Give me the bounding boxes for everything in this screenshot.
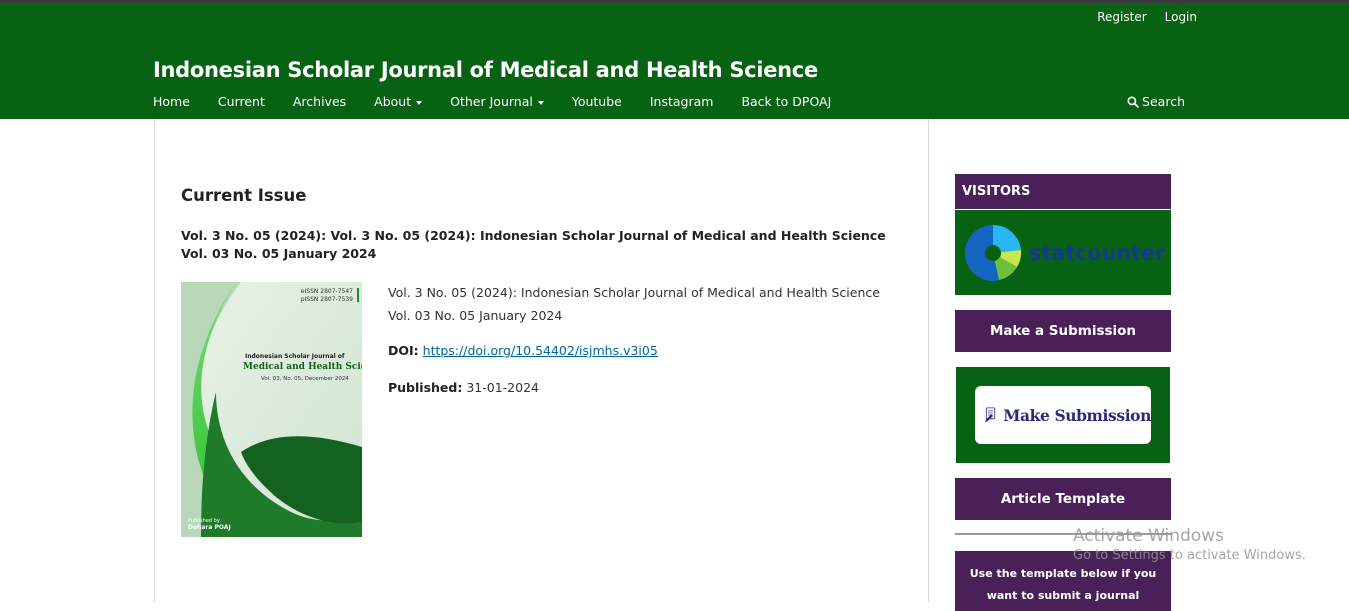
nav-youtube[interactable]: Youtube	[572, 94, 622, 109]
page-title: Current Issue	[181, 186, 307, 205]
issue-description: Vol. 3 No. 05 (2024): Indonesian Scholar…	[388, 285, 880, 323]
register-link[interactable]: Register	[1097, 10, 1146, 24]
cover-publisher-name: Dohara POAJ	[188, 524, 231, 531]
make-submission-banner-inner: Make Submission	[975, 386, 1151, 444]
doi-link[interactable]: https://doi.org/10.54402/isjmhs.v3i05	[423, 343, 658, 358]
nav-archives[interactable]: Archives	[293, 94, 346, 109]
published-label: Published:	[388, 380, 463, 395]
sidebar: VISITORS statcounter Make a Submission M…	[955, 174, 1171, 611]
statcounter-widget[interactable]: statcounter	[955, 209, 1171, 295]
nav-instagram[interactable]: Instagram	[650, 94, 714, 109]
cover-eissn: eISSN 2807-7547	[300, 288, 353, 295]
issue-published: Published: 31-01-2024	[388, 380, 539, 395]
issue-cover-image[interactable]: eISSN 2807-7547 pISSN 2807-7539 Indonesia…	[181, 282, 362, 537]
caret-down-icon	[416, 100, 423, 105]
nav-about-label: About	[374, 94, 412, 109]
search-label: Search	[1142, 94, 1185, 109]
cover-volume: Vol. 03, No. 05, December 2024	[261, 376, 349, 382]
doi-label: DOI:	[388, 343, 419, 358]
nav-about[interactable]: About	[374, 94, 423, 109]
main-nav: Home Current Archives About Other Journa…	[153, 94, 859, 109]
statcounter-text: statcounter	[1029, 240, 1165, 265]
nav-current[interactable]: Current	[218, 94, 265, 109]
search-icon	[1127, 95, 1139, 108]
site-header: Register Login Indonesian Scholar Journa…	[0, 3, 1349, 119]
login-link[interactable]: Login	[1165, 10, 1197, 24]
make-a-submission-button[interactable]: Make a Submission	[955, 310, 1171, 352]
cover-publisher: Published by Dohara POAJ	[188, 518, 231, 531]
issue-doi: DOI: https://doi.org/10.54402/isjmhs.v3i…	[388, 343, 658, 358]
published-date: 31-01-2024	[466, 380, 539, 395]
document-pen-icon	[984, 407, 996, 423]
cover-title-large: Medical and Health Science	[243, 362, 362, 372]
activate-windows-watermark: Activate Windows Go to Settings to activ…	[1073, 526, 1306, 563]
cover-pissn: pISSN 2807-7539	[300, 296, 353, 303]
activate-windows-subtitle: Go to Settings to activate Windows.	[1073, 548, 1306, 563]
nav-home[interactable]: Home	[153, 94, 190, 109]
search-link[interactable]: Search	[1127, 94, 1185, 109]
template-note-line-2: want to submit a journal	[986, 589, 1140, 602]
main-content: Current Issue Vol. 3 No. 05 (2024): Vol.…	[154, 119, 929, 602]
visitors-block-title: VISITORS	[955, 174, 1171, 209]
cover-title-small: Indonesian Scholar Journal of	[245, 353, 345, 360]
issue-title-link[interactable]: Vol. 3 No. 05 (2024): Vol. 3 No. 05 (202…	[181, 227, 901, 263]
caret-down-icon	[537, 100, 544, 105]
site-title[interactable]: Indonesian Scholar Journal of Medical an…	[153, 58, 818, 82]
nav-other-journal-label: Other Journal	[450, 94, 533, 109]
article-template-button[interactable]: Article Template	[955, 478, 1171, 520]
activate-windows-title: Activate Windows	[1073, 526, 1224, 546]
statcounter-logo-icon	[965, 224, 1022, 281]
nav-back-to-dpoaj[interactable]: Back to DPOAJ	[741, 94, 831, 109]
template-note-line-1: Use the template below if you	[969, 567, 1157, 580]
cover-artwork	[181, 282, 362, 537]
nav-other-journal[interactable]: Other Journal	[450, 94, 544, 109]
user-nav: Register Login	[1097, 10, 1197, 24]
cover-issn: eISSN 2807-7547 pISSN 2807-7539	[301, 288, 353, 304]
make-submission-banner[interactable]: Make Submission	[956, 367, 1170, 463]
make-submission-banner-label: Make Submission	[1003, 405, 1151, 425]
